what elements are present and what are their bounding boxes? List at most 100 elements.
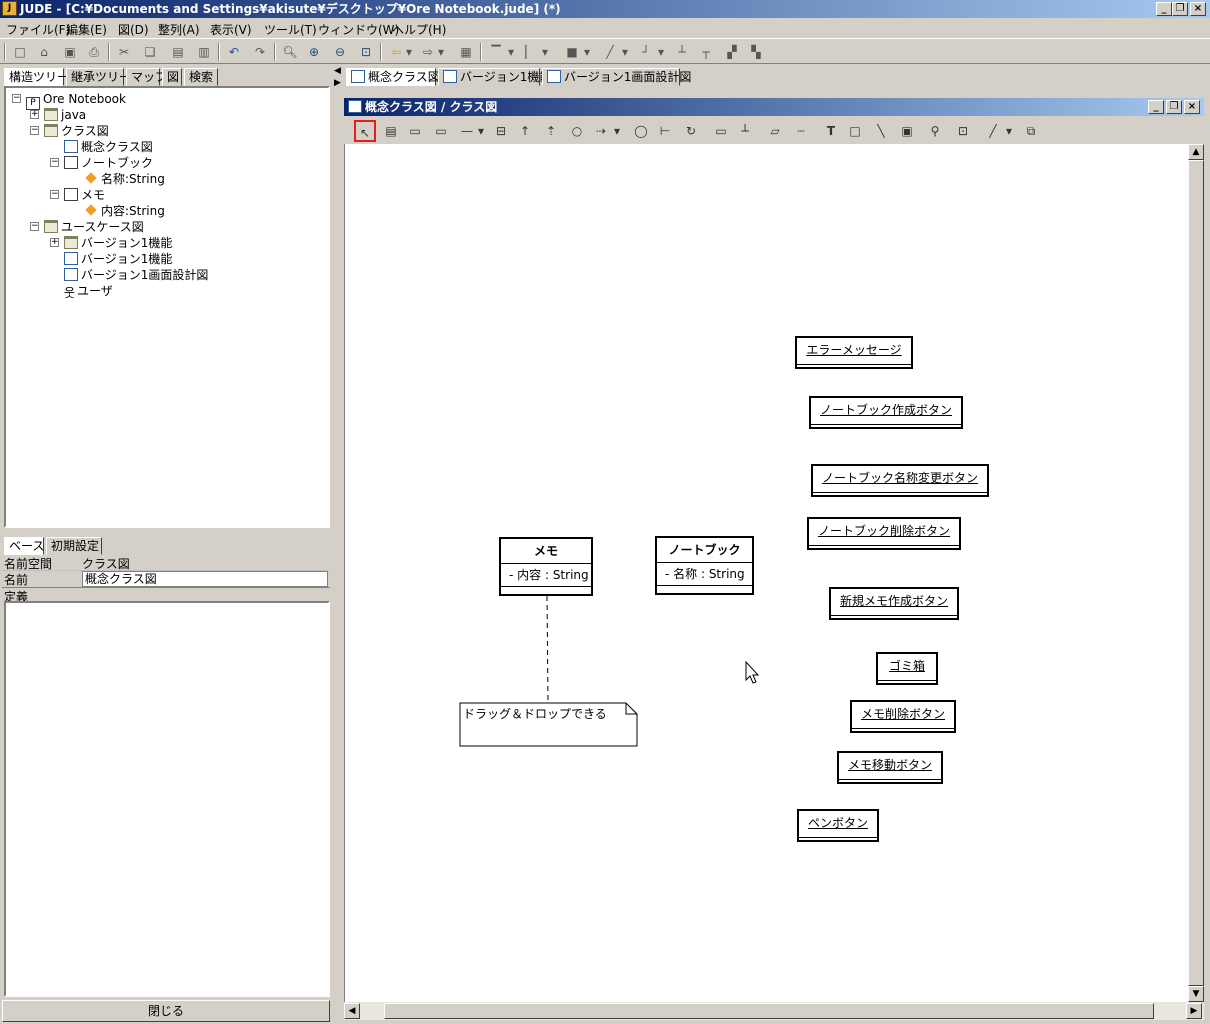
tab-initial-settings[interactable]: 初期設定	[46, 537, 102, 555]
diagram-restore-button[interactable]: ❐	[1166, 100, 1182, 114]
hierarchy-icon[interactable]: ┬	[696, 42, 716, 62]
tree-item-v1-screen[interactable]: バージョン1画面設計図	[64, 268, 208, 282]
align-dropdown-icon[interactable]: ▾	[506, 42, 516, 62]
image-tool-icon[interactable]: ▣	[896, 120, 918, 142]
instance-memo-delete-button[interactable]: メモ削除ボタン	[850, 700, 956, 733]
note-tool-icon[interactable]: ▱	[764, 120, 786, 142]
layout-icon[interactable]: ▦	[456, 42, 476, 62]
maximize-button[interactable]: ❐	[1172, 2, 1188, 16]
interface-tool-icon[interactable]: ○	[566, 120, 588, 142]
association-class-tool-icon[interactable]: ⊟	[490, 120, 512, 142]
cut-icon[interactable]: ✂	[114, 42, 134, 62]
expand-arrow-icon[interactable]: ▶	[334, 78, 341, 88]
corner-dropdown-icon[interactable]: ▾	[656, 42, 666, 62]
tab-base[interactable]: ベース	[4, 537, 44, 555]
menu-tools[interactable]: ツール(T)	[264, 21, 317, 38]
collapse-toggle[interactable]: −	[30, 222, 39, 231]
menu-align[interactable]: 整列(A)	[158, 21, 200, 38]
tree-item-root[interactable]: P Ore Notebook	[26, 92, 126, 110]
menu-view[interactable]: 表示(V)	[210, 21, 252, 38]
tab-diagram[interactable]: 図	[162, 68, 182, 86]
rectangle-tool-icon[interactable]: □	[844, 120, 866, 142]
association-tool-icon[interactable]: —	[456, 120, 478, 142]
paste-special-icon[interactable]: ▥	[194, 42, 214, 62]
select-tool-icon[interactable]: ↖	[354, 120, 376, 142]
tree-item-concept-diagram[interactable]: 概念クラス図	[64, 140, 153, 154]
back-arrow-icon[interactable]: ⇦	[386, 42, 406, 62]
tab-concept-diagram[interactable]: 概念クラス図	[346, 68, 440, 86]
tree-item-java[interactable]: java	[44, 108, 86, 122]
tab-inheritance-tree[interactable]: 継承ツリー	[66, 68, 131, 86]
scroll-right-icon[interactable]: ▶	[1186, 1003, 1202, 1019]
minimize-button[interactable]: _	[1156, 2, 1172, 16]
tab-map[interactable]: マップ	[126, 68, 167, 86]
instance-error-message[interactable]: エラーメッセージ	[795, 336, 913, 369]
menu-window[interactable]: ウィンドウ(W)	[318, 21, 399, 38]
align-top-icon[interactable]: ▔	[486, 42, 506, 62]
line-corner-icon[interactable]: ┘	[636, 42, 656, 62]
instance-notebook-rename-button[interactable]: ノートブック名称変更ボタン	[811, 464, 989, 497]
tree-item-memo[interactable]: メモ	[64, 188, 105, 202]
diagram-canvas[interactable]	[344, 144, 1188, 1002]
horizontal-scrollbar[interactable]: ◀ ▶	[344, 1002, 1204, 1020]
collapse-toggle[interactable]: −	[30, 126, 39, 135]
line-dropdown-icon[interactable]: ▾	[620, 42, 630, 62]
fill-dropdown-icon[interactable]: ▾	[582, 42, 592, 62]
tree-item-v1-diagram[interactable]: バージョン1機能	[64, 252, 172, 266]
class-memo[interactable]: メモ - 内容 : String	[499, 537, 593, 596]
menu-diagram[interactable]: 図(D)	[118, 21, 149, 38]
tree-item-v1-folder[interactable]: バージョン1機能	[64, 236, 172, 250]
instance-notebook-delete-button[interactable]: ノートブック削除ボタン	[807, 517, 961, 550]
menu-file[interactable]: ファイル(F)	[6, 21, 70, 38]
menu-edit[interactable]: 編集(E)	[66, 21, 107, 38]
control-tool-icon[interactable]: ↻	[680, 120, 702, 142]
menu-help[interactable]: ヘルプ(H)	[392, 21, 446, 38]
ungroup-icon[interactable]: ▚	[746, 42, 766, 62]
tree-item-memo-attr[interactable]: 内容:String	[84, 204, 165, 218]
collapse-toggle[interactable]: −	[50, 190, 59, 199]
expand-toggle[interactable]: +	[30, 110, 39, 119]
zoom-fit-icon[interactable]: ⊡	[356, 42, 376, 62]
align-left-icon[interactable]: ▏	[520, 42, 540, 62]
instance-notebook-create-button[interactable]: ノートブック作成ボタン	[809, 396, 963, 429]
zoom-out-icon[interactable]: ⊖	[330, 42, 350, 62]
copy-icon[interactable]: ❏	[140, 42, 160, 62]
zoom-in-icon[interactable]: ⊕	[304, 42, 324, 62]
generalization-tool-icon[interactable]: ↑	[514, 120, 536, 142]
text-tool-icon[interactable]: T	[820, 120, 842, 142]
tree-item-user[interactable]: 웃 ユーザ	[64, 284, 113, 300]
open-folder-icon[interactable]: ⌂	[34, 42, 54, 62]
scroll-up-icon[interactable]: ▲	[1188, 144, 1204, 160]
redo-icon[interactable]: ↷	[250, 42, 270, 62]
tree-item-notebook[interactable]: ノートブック	[64, 156, 153, 170]
package-tool-icon[interactable]: ▭	[404, 120, 426, 142]
paste-icon[interactable]: ▤	[168, 42, 188, 62]
tree-item-usecase-folder[interactable]: ユースケース図	[44, 220, 144, 234]
diagram-close-button[interactable]: ×	[1184, 100, 1200, 114]
tree-item-notebook-attr[interactable]: 名称:String	[84, 172, 165, 186]
note-anchor-tool-icon[interactable]: ┄	[790, 120, 812, 142]
forward-arrow-icon[interactable]: ⇨	[418, 42, 438, 62]
association-dropdown-icon[interactable]: ▾	[476, 120, 486, 142]
subsystem-tool-icon[interactable]: ▭	[430, 120, 452, 142]
collapse-arrow-icon[interactable]: ◀	[334, 66, 341, 76]
realization-tool-icon[interactable]: ⇡	[540, 120, 562, 142]
h-scroll-thumb[interactable]	[384, 1003, 1154, 1019]
note-text[interactable]: ドラッグ＆ドロップできる	[463, 705, 607, 722]
back-dropdown-icon[interactable]: ▾	[404, 42, 414, 62]
dependency-dropdown-icon[interactable]: ▾	[612, 120, 622, 142]
save-icon[interactable]: ▣	[60, 42, 80, 62]
line-style-dropdown-icon[interactable]: ▾	[1004, 120, 1014, 142]
instance-new-memo-button[interactable]: 新規メモ作成ボタン	[829, 587, 959, 620]
group-icon[interactable]: ▞	[722, 42, 742, 62]
instance-trash[interactable]: ゴミ箱	[876, 652, 938, 685]
tab-search[interactable]: 検索	[184, 68, 218, 86]
class-notebook[interactable]: ノートブック - 名称 : String	[655, 536, 754, 595]
align-left-dropdown-icon[interactable]: ▾	[540, 42, 550, 62]
scroll-down-icon[interactable]: ▼	[1188, 986, 1204, 1002]
tab-structure-tree[interactable]: 構造ツリー	[4, 68, 69, 86]
new-file-icon[interactable]: □	[10, 42, 30, 62]
scroll-thumb[interactable]	[1188, 160, 1204, 986]
instance-pen-button[interactable]: ペンボタン	[797, 809, 879, 842]
expand-toggle[interactable]: +	[50, 238, 59, 247]
